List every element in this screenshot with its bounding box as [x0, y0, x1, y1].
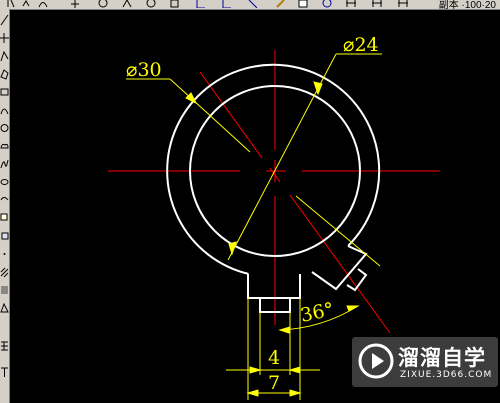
circle-icon[interactable] [98, 0, 108, 8]
line-tool-icon[interactable] [0, 13, 9, 27]
dimensions [126, 53, 382, 400]
dim-large-width-label: 7 [268, 372, 280, 394]
bottom-boss [247, 274, 301, 299]
dim4-icon[interactable] [248, 0, 258, 8]
watermark-url: ZIXUE.3D66.COM [400, 370, 493, 380]
curve-icon[interactable] [38, 0, 48, 8]
make-block-icon[interactable] [0, 229, 9, 243]
dim-inner-diameter-label: ⌀24 [343, 34, 379, 56]
sheet-icon[interactable] [298, 0, 308, 8]
dim4-arrow-left [249, 366, 262, 374]
table-icon[interactable] [0, 339, 9, 353]
dim-angle-label: 36° [298, 298, 336, 327]
dim-small-width-label: 4 [268, 347, 280, 369]
circle-tool-icon[interactable] [0, 121, 9, 135]
dia24-arrow-bottom [228, 241, 237, 256]
dim-aligned-icon[interactable] [372, 0, 382, 8]
insert-block-icon[interactable] [0, 211, 9, 225]
rectangle-icon[interactable] [0, 85, 9, 99]
dim2-icon[interactable] [196, 0, 206, 8]
calc-icon[interactable] [322, 0, 332, 8]
hatch-icon[interactable] [0, 265, 9, 279]
outer-circle [166, 63, 381, 275]
angle-arrow-right [346, 305, 360, 312]
polygon-tool-icon[interactable] [0, 67, 9, 81]
ellipse-arc-icon[interactable] [0, 193, 9, 207]
dim7-arrow-left [246, 389, 259, 397]
zoom-icon[interactable] [146, 0, 156, 8]
play-logo-icon [358, 343, 394, 379]
ellipse-icon[interactable] [0, 175, 9, 189]
cloud-icon[interactable] [0, 139, 9, 153]
centerlines [108, 50, 440, 334]
status-text: 副本 ·100·20 [438, 0, 496, 10]
part-geometry [166, 63, 381, 313]
polyline-icon[interactable] [0, 49, 9, 63]
dia24-arrow-top [313, 81, 323, 96]
top-toolbar: 副本 ·100·20 [0, 0, 500, 10]
region-icon[interactable] [0, 301, 9, 315]
angled-boss [311, 245, 368, 291]
angle-arrow-left [278, 326, 291, 334]
spline-icon[interactable] [0, 157, 9, 171]
polygon-icon[interactable] [122, 0, 132, 8]
arc-icon[interactable] [0, 103, 9, 117]
move-icon[interactable] [70, 0, 80, 8]
pointer-icon[interactable] [6, 0, 16, 8]
pencil-icon[interactable] [276, 0, 286, 8]
gradient-icon[interactable] [0, 283, 9, 297]
angle-extension-line [295, 195, 381, 267]
construction-line-icon[interactable] [0, 31, 9, 45]
dim4-arrow-right [288, 366, 301, 374]
dim3-icon[interactable] [222, 0, 232, 8]
dim-linear-icon[interactable] [346, 0, 356, 8]
snap-icon[interactable] [22, 0, 32, 8]
draw-toolbar [0, 9, 10, 403]
mtext-icon[interactable] [0, 365, 9, 379]
watermark: 溜溜自学 ZIXUE.3D66.COM [352, 337, 498, 387]
watermark-title: 溜溜自学 [398, 346, 486, 370]
dim7-arrow-right [289, 389, 302, 397]
dim-icon[interactable] [170, 0, 180, 8]
dim-outer-diameter-label: ⌀30 [126, 59, 162, 81]
dim-ordinate-icon[interactable] [398, 0, 408, 8]
point-icon[interactable] [0, 247, 9, 261]
